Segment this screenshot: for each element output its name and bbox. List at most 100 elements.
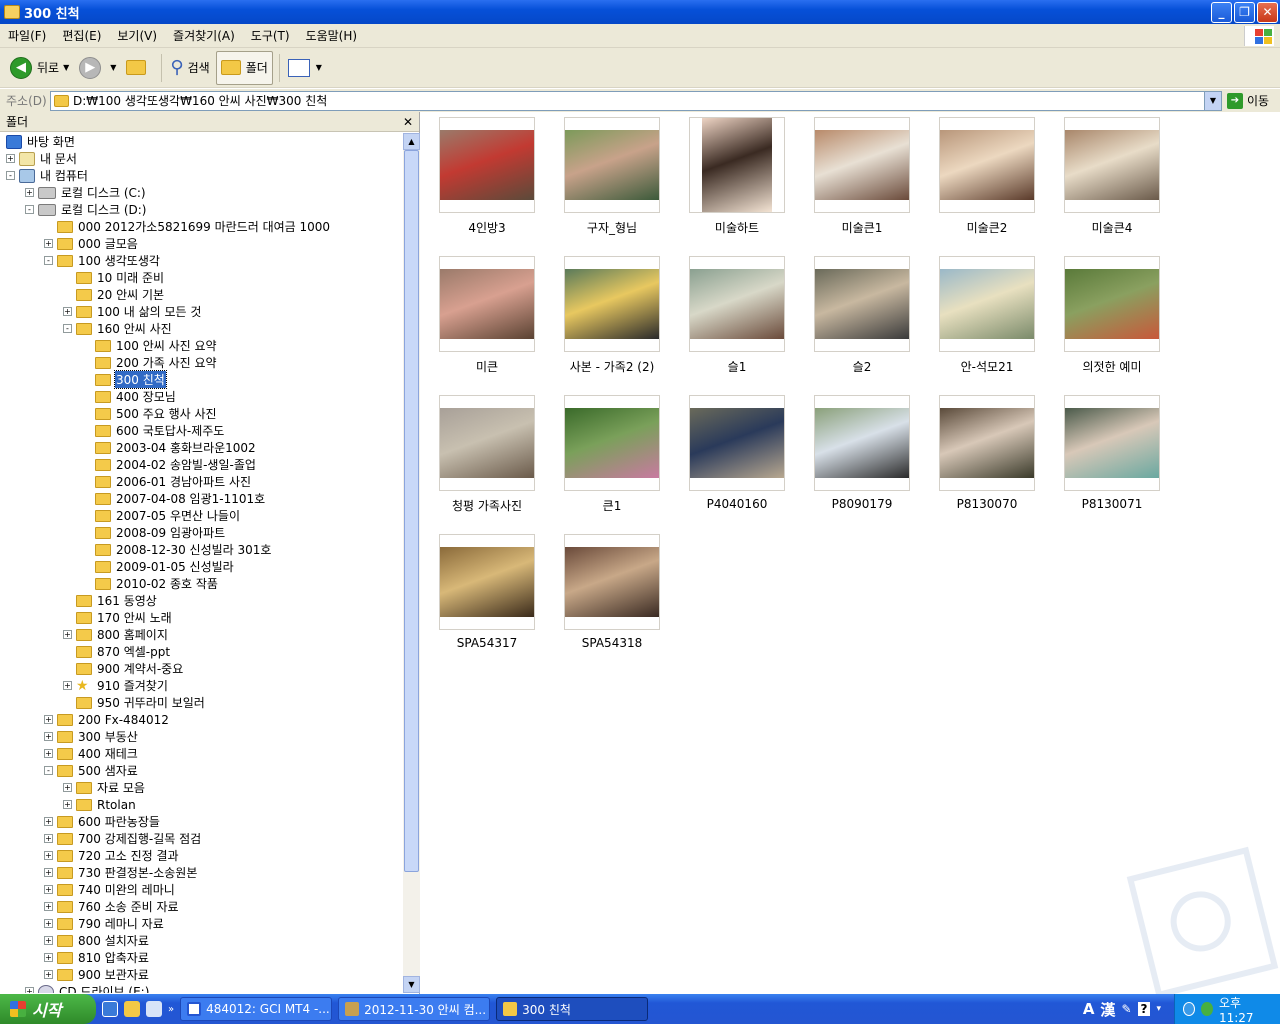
tree-item[interactable]: +200 Fx-484012 [44,711,170,728]
expand-icon[interactable]: + [44,749,53,758]
menu-tools[interactable]: 도구(T) [243,27,298,44]
tree-item[interactable]: 200 가족 사진 요약 [82,354,218,371]
help-icon[interactable]: ? [1137,1002,1151,1016]
expand-icon[interactable]: + [6,154,15,163]
tree-item[interactable]: +900 보관자료 [44,966,150,983]
thumbnail-item[interactable]: 미술큰2 [939,117,1037,236]
tray-expand-icon[interactable] [1183,1002,1196,1016]
expand-icon[interactable]: + [63,783,72,792]
expand-icon[interactable]: + [44,834,53,843]
ime-hanja[interactable]: 漢 [1100,999,1115,1020]
thumbnail-item[interactable]: 구자_형님 [564,117,662,236]
chevron-down-icon[interactable]: ▼ [316,63,322,72]
tree-item[interactable]: 400 장모님 [82,388,177,405]
thumbnail-item[interactable]: P8090179 [814,395,912,511]
tree-item[interactable]: 2008-09 임광아파트 [82,524,226,541]
tree-item[interactable]: - 로컬 디스크 (D:) [25,201,147,218]
collapse-icon[interactable]: - [6,171,15,180]
collapse-icon[interactable]: - [25,205,34,214]
ime-mode[interactable]: A [1083,1000,1095,1018]
vertical-scrollbar[interactable]: ▲ ▼ [403,133,420,993]
expand-icon[interactable]: + [63,307,72,316]
tree-item[interactable]: 10 미래 준비 [63,269,165,286]
collapse-icon[interactable]: - [44,766,53,775]
tree-item[interactable]: 500 주요 행사 사진 [82,405,218,422]
taskbar-button-doc[interactable]: 2012-11-30 안씨 컴... [338,997,491,1021]
tree-item[interactable]: +400 재테크 [44,745,139,762]
tree-item[interactable]: 2009-01-05 신성빌라 [82,558,235,575]
tree-item[interactable]: +800 홈페이지 [63,626,169,643]
tree-item[interactable]: +720 고소 진정 결과 [44,847,180,864]
close-icon[interactable]: ✕ [403,115,413,129]
menu-file[interactable]: 파일(F) [0,27,54,44]
thumbnail-item[interactable]: 청평 가족사진 [439,395,537,514]
tree-item[interactable]: +740 미완의 레마니 [44,881,176,898]
expand-icon[interactable]: + [63,681,72,690]
tree-item[interactable]: 950 귀뚜라미 보일러 [63,694,206,711]
tree-item[interactable]: + Rtolan [63,796,137,813]
expand-icon[interactable]: + [44,868,53,877]
tree-item[interactable]: 2003-04 홍화브라운1002 [82,439,257,456]
notepad-icon[interactable] [146,1001,162,1017]
tree-item[interactable]: +810 압축자료 [44,949,150,966]
scroll-up-icon[interactable]: ▲ [403,133,420,150]
thumbnail-item[interactable]: 슬1 [689,256,787,375]
tree-item[interactable]: +100 내 삶의 모든 것 [63,303,202,320]
tree-item[interactable]: +700 강제집행-길목 점검 [44,830,202,847]
expand-icon[interactable]: + [44,715,53,724]
tray-app-icon[interactable] [1201,1002,1213,1016]
go-button[interactable]: ➔ 이동 [1222,92,1280,109]
tree-item[interactable]: +800 설치자료 [44,932,150,949]
thumbnail-item[interactable]: P8130070 [939,395,1037,511]
back-button[interactable]: ◀ 뒤로 ▼ [6,51,73,85]
thumbnail-item[interactable]: 사본 - 가족2 (2) [564,256,662,375]
expand-icon[interactable]: + [63,630,72,639]
tree-item[interactable]: 000 2012가소5821699 마란드러 대여금 1000 [44,218,331,235]
thumbnail-item[interactable]: 미술하트 [689,117,787,236]
collapse-icon[interactable]: - [44,256,53,265]
thumbnail-item[interactable]: 의젓한 예미 [1064,256,1162,375]
tree-item[interactable]: + 로컬 디스크 (C:) [25,184,147,201]
thumbnail-item[interactable]: SPA54317 [439,534,537,650]
thumbnail-item[interactable]: 미술큰4 [1064,117,1162,236]
expand-icon[interactable]: + [44,851,53,860]
tree-item[interactable]: - 500 샘자료 [44,762,139,779]
tree-item[interactable]: - 내 컴퓨터 [6,167,89,184]
scrollbar-thumb[interactable] [404,150,419,872]
explorer-icon[interactable] [124,1001,140,1017]
tree-item[interactable]: +000 글모음 [44,235,139,252]
tree-item[interactable]: 161 동영상 [63,592,158,609]
tree-item[interactable]: 2004-02 송암빌-생일-졸업 [82,456,257,473]
close-button[interactable]: ✕ [1257,1,1278,23]
thumbnail-item[interactable]: 안-석모21 [939,256,1037,375]
tree-item[interactable]: 100 안씨 사진 요약 [82,337,218,354]
quicklaunch-expand-icon[interactable]: » [168,1004,174,1015]
menu-edit[interactable]: 편집(E) [54,27,109,44]
expand-icon[interactable]: + [44,732,53,741]
tree-item[interactable]: +300 부동산 [44,728,139,745]
tree-item[interactable]: - 100 생각또생각 [44,252,161,269]
search-button[interactable]: ⚲ 검색 [166,51,213,85]
tree-item[interactable]: +730 판결정본-소송원본 [44,864,198,881]
menu-view[interactable]: 보기(V) [109,27,165,44]
expand-icon[interactable]: + [44,970,53,979]
scroll-down-icon[interactable]: ▼ [403,976,420,993]
expand-icon[interactable]: + [25,188,34,197]
up-folder-button[interactable] [122,51,155,85]
tree-item[interactable]: 300 친척 [82,370,167,389]
tree-item[interactable]: 900 계약서-중요 [63,660,184,677]
expand-icon[interactable]: + [44,936,53,945]
ime-tool-icon[interactable]: ✎ [1121,1002,1131,1016]
expand-icon[interactable]: + [25,987,34,993]
tree-item[interactable]: 170 안씨 노래 [63,609,173,626]
collapse-icon[interactable]: - [63,324,72,333]
start-button[interactable]: 시작 [0,994,96,1024]
thumbnail-item[interactable]: 미큰 [439,256,537,375]
thumbnail-item[interactable]: 미술큰1 [814,117,912,236]
expand-icon[interactable]: + [44,239,53,248]
forward-button[interactable]: ▶ ▼ [75,51,120,85]
tree-item[interactable]: 870 엑셀-ppt [63,643,171,660]
expand-icon[interactable]: + [44,885,53,894]
tree-item[interactable]: 600 국토답사-제주도 [82,422,225,439]
maximize-button[interactable]: ❐ [1234,1,1255,23]
